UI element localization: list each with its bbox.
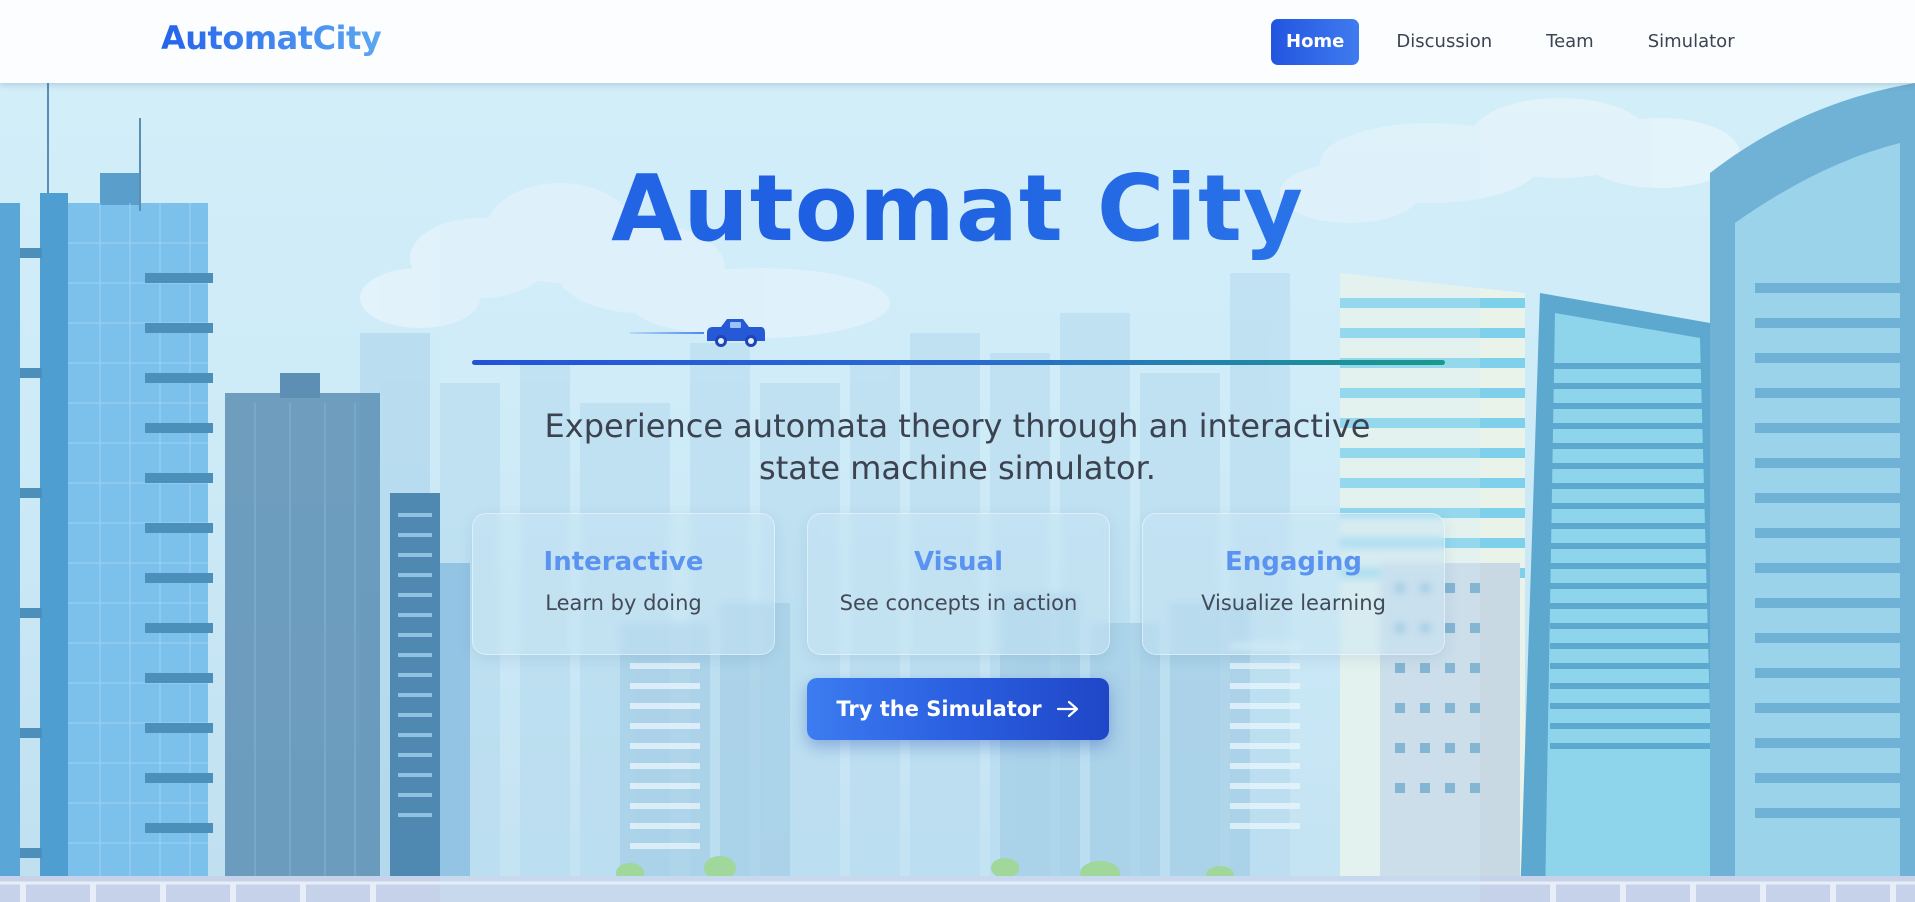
feature-card-interactive: Interactive Learn by doing — [472, 513, 775, 655]
navbar: AutomatCity Home Discussion Team Simulat… — [0, 0, 1915, 83]
nav-link-home[interactable]: Home — [1271, 19, 1360, 65]
feature-card-visual: Visual See concepts in action — [807, 513, 1110, 655]
brand-logo[interactable]: AutomatCity — [161, 19, 382, 57]
nav-link-simulator[interactable]: Simulator — [1633, 19, 1750, 65]
try-simulator-button[interactable]: Try the Simulator — [807, 678, 1109, 740]
feature-description: Visualize learning — [1201, 591, 1386, 615]
nav-link-team[interactable]: Team — [1531, 19, 1609, 65]
feature-description: Learn by doing — [545, 591, 702, 615]
road-divider — [472, 360, 1445, 365]
nav-links: Home Discussion Team Simulator — [1271, 19, 1774, 65]
try-simulator-label: Try the Simulator — [836, 697, 1042, 721]
feature-title: Interactive — [543, 547, 704, 577]
arrow-right-icon — [1056, 700, 1078, 718]
car-trail — [630, 332, 704, 334]
feature-description: See concepts in action — [839, 591, 1078, 615]
hero-subtitle-line-1: Experience automata theory through an in… — [544, 407, 1371, 445]
feature-title: Engaging — [1224, 547, 1363, 577]
feature-cards: Interactive Learn by doing Visual See co… — [472, 513, 1445, 655]
feature-card-engaging: Engaging Visualize learning — [1142, 513, 1445, 655]
hero-subtitle-line-2: state machine simulator. — [759, 449, 1156, 487]
hero-subtitle: Experience automata theory through an in… — [0, 405, 1915, 489]
feature-title: Visual — [913, 547, 1004, 577]
nav-link-discussion[interactable]: Discussion — [1381, 19, 1507, 65]
hero-title: Automat City — [0, 155, 1915, 262]
car-icon — [707, 319, 765, 347]
